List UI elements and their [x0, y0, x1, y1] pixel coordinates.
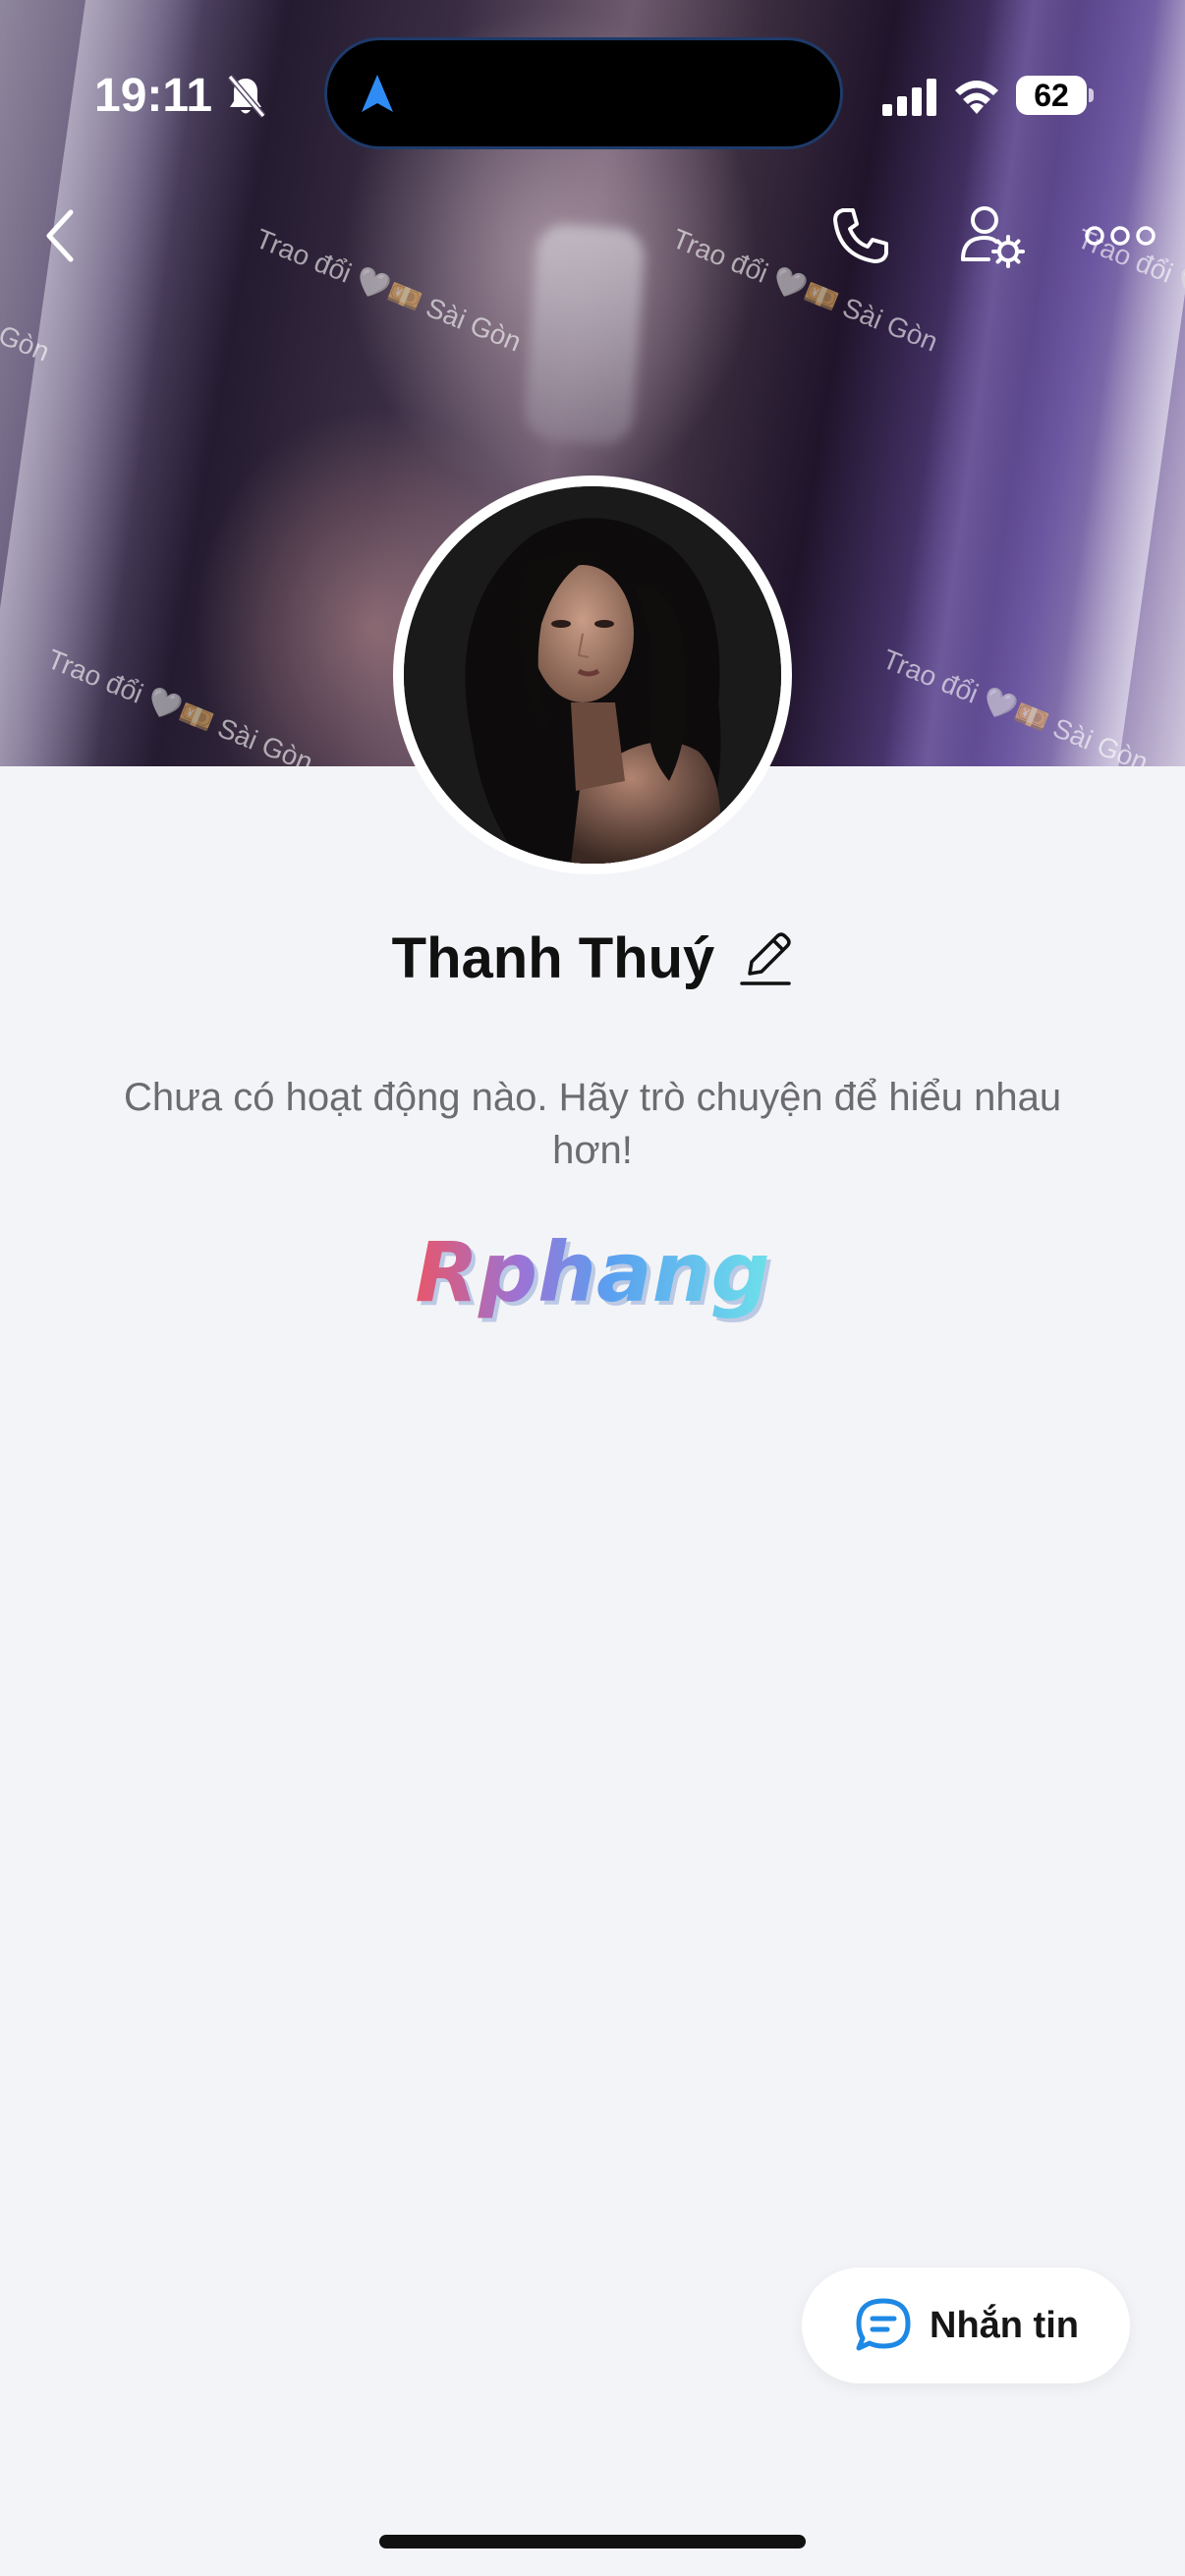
send-message-label: Nhắn tin	[930, 2304, 1079, 2346]
user-settings-button[interactable]	[957, 200, 1028, 271]
profile-avatar[interactable]	[393, 476, 792, 874]
home-indicator[interactable]	[379, 2535, 806, 2548]
cover-phone-shape	[523, 222, 647, 446]
svg-text:Rphang: Rphang	[415, 1230, 769, 1320]
profile-name: Thanh Thuý	[391, 926, 715, 990]
more-options-button[interactable]	[1085, 200, 1156, 271]
more-dots-icon	[1085, 226, 1156, 246]
activity-text: Chưa có hoạt động nào. Hãy trò chuyện để…	[123, 1076, 1062, 1172]
call-button[interactable]	[825, 200, 896, 271]
profile-name-row: Thanh Thuý	[0, 925, 1185, 991]
chat-bubble-icon	[856, 2298, 911, 2351]
wifi-icon	[955, 81, 998, 114]
battery-tip	[1089, 88, 1094, 102]
battery-indicator: 62	[1016, 76, 1087, 115]
navigation-arrow-icon	[362, 75, 393, 112]
phone-icon	[833, 208, 888, 263]
cover-watermark: Trao đổi 🤍💴 Sài Gòn	[668, 222, 942, 358]
back-button[interactable]	[26, 200, 96, 271]
cover-watermark: Trao đổi 🤍💴 Sài Gòn	[252, 222, 526, 358]
send-message-button[interactable]: Nhắn tin	[802, 2268, 1130, 2383]
rphang-logo: Rphang Rphang	[0, 1224, 1185, 1337]
bell-off-icon	[227, 75, 266, 118]
back-chevron-icon	[46, 209, 74, 262]
signal-icon	[882, 79, 936, 116]
dynamic-island	[324, 37, 843, 149]
status-time: 19:11	[94, 70, 213, 122]
avatar-portrait	[404, 486, 781, 864]
user-settings-icon	[961, 206, 1025, 268]
edit-pencil-icon[interactable]	[738, 928, 793, 989]
